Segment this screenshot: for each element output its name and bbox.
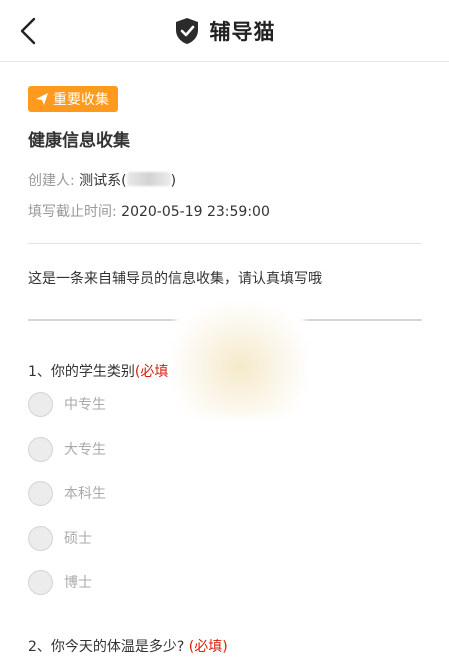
radio-option-3[interactable]: 本科生 bbox=[28, 480, 106, 506]
radio-option-4[interactable]: 硕士 bbox=[28, 525, 92, 551]
deadline-row: 填写截止时间: 2020-05-19 23:59:00 bbox=[28, 201, 270, 221]
creator-value: 测试系( bbox=[79, 173, 127, 189]
form-description: 这是一条来自辅导员的信息收集，请认真填写哦 bbox=[28, 271, 322, 287]
radio-button[interactable] bbox=[28, 436, 53, 462]
required-label: (必填) bbox=[188, 639, 228, 655]
shield-check-icon bbox=[175, 18, 198, 44]
radio-button[interactable] bbox=[28, 525, 53, 551]
nav-title-group: 辅导猫 bbox=[0, 16, 449, 46]
creator-label: 创建人: bbox=[28, 173, 75, 189]
option-label: 中专生 bbox=[64, 397, 106, 413]
badge-label: 重要收集 bbox=[53, 92, 109, 108]
question-2: 2、你今天的体温是多少? (必填) bbox=[28, 636, 228, 656]
top-nav-bar: 辅导猫 bbox=[0, 0, 449, 62]
option-label: 博士 bbox=[64, 575, 92, 591]
deadline-label: 填写截止时间: bbox=[28, 204, 117, 220]
required-label: (必填 bbox=[134, 364, 169, 380]
form-title: 健康信息收集 bbox=[28, 131, 130, 151]
deadline-value: 2020-05-19 23:59:00 bbox=[121, 204, 270, 220]
question-1: 1、你的学生类别(必填 bbox=[28, 361, 168, 381]
radio-button[interactable] bbox=[28, 569, 53, 595]
creator-suffix: ) bbox=[170, 173, 177, 189]
blurred-overlay bbox=[175, 305, 305, 417]
send-icon bbox=[36, 93, 48, 105]
creator-row: 创建人: 测试系() bbox=[28, 170, 176, 190]
radio-option-2[interactable]: 大专生 bbox=[28, 436, 106, 462]
option-label: 大专生 bbox=[64, 442, 106, 458]
option-label: 硕士 bbox=[64, 531, 92, 547]
app-title: 辅导猫 bbox=[209, 20, 276, 44]
radio-button[interactable] bbox=[28, 480, 53, 506]
important-badge: 重要收集 bbox=[28, 86, 118, 112]
question-1-text: 1、你的学生类别 bbox=[28, 364, 135, 380]
radio-option-1[interactable]: 中专生 bbox=[28, 391, 106, 417]
radio-button[interactable] bbox=[28, 391, 53, 417]
redacted-name bbox=[126, 172, 171, 186]
radio-option-5[interactable]: 博士 bbox=[28, 569, 92, 595]
option-label: 本科生 bbox=[64, 486, 106, 502]
divider bbox=[28, 243, 422, 244]
question-2-text: 2、你今天的体温是多少? bbox=[28, 639, 189, 655]
